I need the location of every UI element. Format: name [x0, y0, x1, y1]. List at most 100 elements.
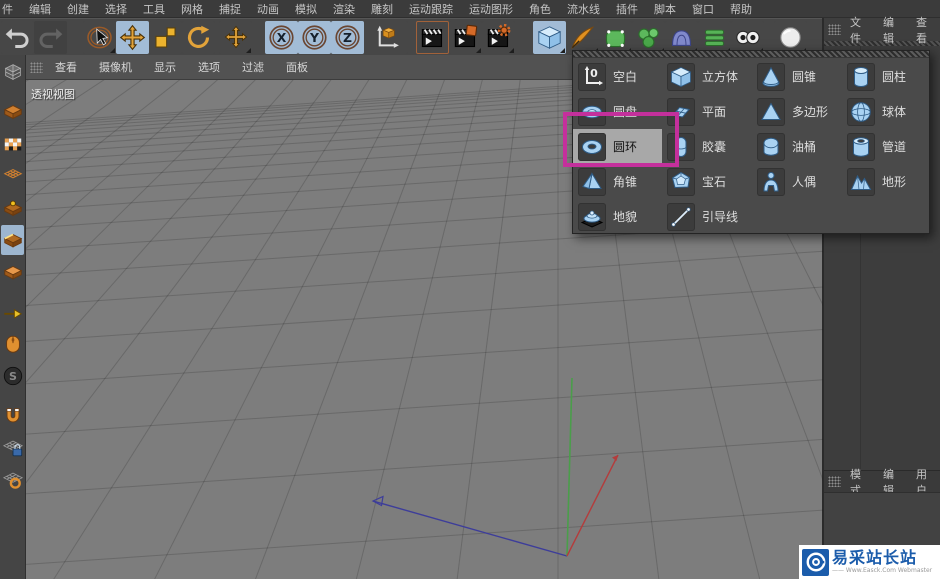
menu-item-tube[interactable]: 管道: [842, 129, 931, 164]
menu-item-script[interactable]: 脚本: [646, 1, 684, 17]
menu-item-pipeline[interactable]: 流水线: [559, 1, 608, 17]
viewport-solo-button[interactable]: [1, 329, 24, 359]
rotate-tool-button[interactable]: [182, 21, 215, 54]
menu-item-window[interactable]: 窗口: [684, 1, 722, 17]
menu-item-sphere[interactable]: 球体: [842, 94, 931, 129]
panel-grip-icon[interactable]: [30, 62, 43, 73]
panel-grip-icon[interactable]: [828, 476, 841, 487]
volume-icon: [777, 24, 804, 51]
menu-item-cone[interactable]: 圆锥: [752, 59, 841, 94]
menu-item-sculpt[interactable]: 雕刻: [363, 1, 401, 17]
menu-item-snap[interactable]: 捕捉: [211, 1, 249, 17]
menu-item-character[interactable]: 角色: [521, 1, 559, 17]
render-picture-viewer-button[interactable]: [449, 21, 482, 54]
vp-menu-options[interactable]: 选项: [188, 59, 230, 75]
menu-item-tools[interactable]: 工具: [135, 1, 173, 17]
lock-z-axis-button[interactable]: Z: [331, 21, 364, 54]
lock-y-icon: Y: [301, 24, 328, 51]
menu-item-capsule[interactable]: 胶囊: [662, 129, 751, 164]
live-selection-button[interactable]: [83, 21, 116, 54]
fields-button[interactable]: [698, 21, 731, 54]
om-menu-file[interactable]: 文件: [844, 14, 874, 46]
edges-mode-button[interactable]: [1, 225, 24, 255]
generators-button[interactable]: [632, 21, 665, 54]
menu-item-guide[interactable]: 引导线: [662, 199, 751, 234]
menu-item-mograph[interactable]: 运动图形: [461, 1, 521, 17]
menu-item-mesh[interactable]: 网格: [173, 1, 211, 17]
svg-text:S: S: [9, 370, 17, 383]
menu-item-plugins[interactable]: 插件: [608, 1, 646, 17]
texture-mode-button[interactable]: [1, 129, 24, 159]
primitives-column-2: 立方体 平面 胶囊 宝石 引导线: [662, 59, 751, 234]
volume-button[interactable]: [774, 21, 807, 54]
vp-menu-cameras[interactable]: 摄像机: [89, 59, 142, 75]
menu-item-render[interactable]: 渲染: [325, 1, 363, 17]
menu-item-disc[interactable]: 圆盘: [573, 94, 662, 129]
menu-item-relief[interactable]: 地貌: [573, 199, 662, 234]
add-primitive-button[interactable]: [533, 21, 566, 54]
menu-item-figure[interactable]: 人偶: [752, 164, 841, 199]
menu-item-motion-tracker[interactable]: 运动跟踪: [401, 1, 461, 17]
snap-off-button[interactable]: S: [1, 361, 24, 391]
x-axis-line: [567, 455, 618, 556]
quantize-button[interactable]: [1, 465, 24, 495]
vp-menu-display[interactable]: 显示: [144, 59, 186, 75]
render-settings-button[interactable]: [482, 21, 515, 54]
workplane-lock-button[interactable]: [1, 433, 24, 463]
menu-item-polygon[interactable]: 多边形: [752, 94, 841, 129]
menu-item-null[interactable]: 0 空白: [573, 59, 662, 94]
menu-item-cylinder[interactable]: 圆柱: [842, 59, 931, 94]
last-used-tool-button[interactable]: [219, 21, 252, 54]
axis-modify-button[interactable]: [1, 57, 24, 87]
subdivision-surface-button[interactable]: [599, 21, 632, 54]
polygons-mode-button[interactable]: [1, 257, 24, 287]
scale-tool-button[interactable]: [149, 21, 182, 54]
menu-item-select[interactable]: 选择: [97, 1, 135, 17]
plane-icon: [669, 100, 693, 124]
vp-menu-view[interactable]: 查看: [45, 59, 87, 75]
pen-spline-button[interactable]: [566, 21, 599, 54]
move-tool-button[interactable]: [116, 21, 149, 54]
tube-icon: [849, 135, 873, 159]
pyramid-icon: [580, 170, 604, 194]
om-menu-edit[interactable]: 编辑: [877, 14, 907, 46]
menu-item-animate[interactable]: 动画: [249, 1, 287, 17]
menu-item-pyramid[interactable]: 角锥: [573, 164, 662, 199]
menu-item-oil-tank[interactable]: 油桶: [752, 129, 841, 164]
menu-item-simulate[interactable]: 模拟: [287, 1, 325, 17]
coordinate-system-button[interactable]: [364, 21, 408, 54]
model-mode-button[interactable]: [1, 97, 24, 127]
points-mode-button[interactable]: [1, 193, 24, 223]
render-view-button[interactable]: [416, 21, 449, 54]
menu-item-help[interactable]: 帮助: [722, 1, 760, 17]
workplane-mode-button[interactable]: [1, 161, 24, 191]
undo-button[interactable]: [1, 21, 34, 54]
lock-z-icon: Z: [334, 24, 361, 51]
menu-tear-off-strip[interactable]: [573, 51, 929, 58]
enable-axis-button[interactable]: [1, 297, 24, 327]
menu-item-edit[interactable]: 编辑: [21, 1, 59, 17]
redo-icon: [37, 24, 64, 51]
vp-menu-filter[interactable]: 过滤: [232, 59, 274, 75]
menu-item-torus[interactable]: 圆环: [573, 129, 662, 164]
lock-x-axis-button[interactable]: X: [265, 21, 298, 54]
redo-button[interactable]: [34, 21, 67, 54]
magnet-snap-icon: [2, 404, 24, 428]
menu-item-plane[interactable]: 平面: [662, 94, 751, 129]
menu-item-cube[interactable]: 立方体: [662, 59, 751, 94]
tracks-button[interactable]: [731, 21, 764, 54]
menu-item-landscape[interactable]: 地形: [842, 164, 931, 199]
menu-item-file[interactable]: 件: [0, 1, 21, 17]
subdivision-surface-icon: [602, 24, 629, 51]
deformers-button[interactable]: [665, 21, 698, 54]
panel-grip-icon[interactable]: [828, 24, 841, 35]
rotate-icon: [185, 24, 212, 51]
magnet-snap-button[interactable]: [1, 401, 24, 431]
model-mode-icon: [2, 100, 24, 124]
vp-menu-panel[interactable]: 面板: [276, 59, 318, 75]
om-menu-view[interactable]: 查看: [910, 14, 940, 46]
menu-item-create[interactable]: 创建: [59, 1, 97, 17]
menu-item-gem[interactable]: 宝石: [662, 164, 751, 199]
lock-y-axis-button[interactable]: Y: [298, 21, 331, 54]
render-view-icon: [419, 24, 446, 51]
